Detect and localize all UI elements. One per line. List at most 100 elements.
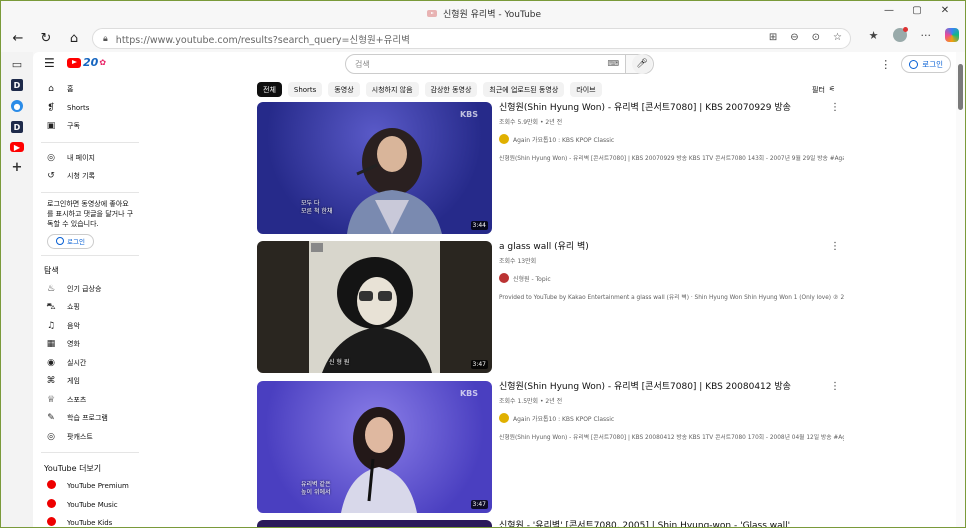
video-thumbnail[interactable] — [257, 520, 492, 527]
extensions-icon[interactable]: ⊙ — [812, 32, 820, 43]
video-info: a glass wall (유리 벽) 조회수 13만회 신형원 - Topic… — [499, 241, 844, 301]
divider — [41, 191, 139, 193]
filter-button[interactable]: 필터 ⚟ — [812, 85, 835, 95]
sidebar-item-kids[interactable]: YouTube Kids — [33, 514, 141, 527]
more-menu-icon[interactable]: ··· — [921, 29, 932, 42]
search-input[interactable]: 검색 ⌨ — [345, 54, 626, 74]
channel-row[interactable]: Again 가요톱10 : KBS KPOP Classic — [499, 413, 844, 423]
chip-shorts[interactable]: Shorts — [287, 82, 323, 97]
channel-avatar[interactable] — [499, 134, 509, 144]
sidebar-item-shorts[interactable]: ❡ Shorts — [33, 99, 141, 118]
sidebar-item-label: 학습 프로그램 — [67, 414, 108, 423]
video-result[interactable]: 신형원 - '유리벽' [콘서트7080, 2005] | Shin Hyung… — [257, 520, 847, 527]
youtube-music-icon — [45, 498, 57, 511]
video-menu-icon[interactable]: ⋮ — [830, 241, 840, 252]
pinned-d2-icon[interactable]: D — [11, 121, 23, 133]
sidebar-item-subscriptions[interactable]: ▣ 구독 — [33, 117, 141, 136]
podcast-icon: ◎ — [47, 431, 55, 442]
sidebar-item-music[interactable]: ♫ 음악 — [33, 317, 141, 336]
video-title[interactable]: 신형원(Shin Hyung Won) - 유리벽 [콘서트7080] | KB… — [499, 102, 844, 116]
sports-icon: ♕ — [46, 394, 56, 405]
favorite-star-icon[interactable]: ☆ — [833, 32, 842, 43]
video-thumbnail[interactable]: KBS 유리벽 같은 높이 위에서 3:47 — [257, 381, 492, 513]
tab-actions-icon[interactable]: ▭ — [11, 58, 23, 71]
sidebar-item-shopping[interactable]: ⛍ 쇼핑 — [33, 298, 141, 317]
copilot-icon[interactable] — [945, 28, 959, 42]
video-menu-icon[interactable]: ⋮ — [830, 381, 840, 392]
channel-row[interactable]: Again 가요톱10 : KBS KPOP Classic — [499, 134, 844, 144]
chip-live[interactable]: 라이브 — [570, 82, 602, 97]
sidebar-item-sports[interactable]: ♕ 스포츠 — [33, 391, 141, 410]
sidebar-item-you[interactable]: ◎ 내 페이지 — [33, 149, 141, 168]
home-browser-icon[interactable]: ⌂ — [63, 28, 85, 50]
sidebar-item-label: 인기 급상승 — [67, 284, 102, 293]
address-bar-icons: ⊞ ⊖ ⊙ ☆ — [769, 32, 842, 43]
confetti-icon: ✿ — [99, 58, 107, 67]
chip-all[interactable]: 전체 — [257, 82, 282, 97]
sidebar-item-home[interactable]: ⌂ 홈 — [33, 80, 141, 99]
keyboard-icon[interactable]: ⌨ — [607, 59, 619, 68]
sidebar-item-history[interactable]: ↺ 시청 기록 — [33, 167, 141, 186]
video-title[interactable]: 신형원 - '유리벽' [콘서트7080, 2005] | Shin Hyung… — [499, 520, 844, 527]
sidebar-item-live[interactable]: ◉ 실시간 — [33, 354, 141, 373]
youtube-logo[interactable]: 20 ✿ — [67, 56, 106, 69]
header-signin-button[interactable]: 로그인 — [901, 55, 951, 73]
sidebar-item-movies[interactable]: ▦ 영화 — [33, 335, 141, 354]
account-icon — [909, 59, 919, 69]
profile-avatar-icon[interactable] — [892, 27, 908, 42]
refresh-icon[interactable]: ↻ — [35, 28, 57, 50]
settings-kebab-icon[interactable]: ⋮ — [880, 58, 891, 71]
zoom-icon[interactable]: ⊖ — [790, 32, 798, 43]
pinned-youtube-icon[interactable]: ▶ — [10, 142, 24, 152]
video-result[interactable]: KBS 유리벽 같은 높이 위에서 3:47 신형원(Shin Hyung Wo… — [257, 381, 847, 514]
channel-avatar[interactable] — [499, 413, 509, 423]
sidebar-item-trending[interactable]: ♨ 인기 급상승 — [33, 280, 141, 299]
video-meta: 조회수 1.5만회 • 2년 전 — [499, 398, 563, 405]
video-result[interactable]: 신 형 원 3:47 a glass wall (유리 벽) 조회수 13만회 … — [257, 241, 847, 374]
chip-watched[interactable]: 감상한 동영상 — [424, 82, 478, 97]
chip-recently-uploaded[interactable]: 최근에 업로드된 동영상 — [483, 82, 565, 97]
video-title[interactable]: a glass wall (유리 벽) — [499, 241, 844, 255]
video-duration: 3:44 — [470, 221, 488, 230]
chip-videos[interactable]: 동영상 — [328, 82, 360, 97]
video-menu-icon[interactable]: ⋮ — [830, 102, 840, 113]
address-bar[interactable]: 🔒︎ https://www.youtube.com/results?searc… — [92, 28, 851, 49]
page-scrollbar[interactable] — [956, 52, 965, 527]
youtube-premium-icon — [45, 480, 57, 492]
maximize-icon[interactable]: ▢ — [903, 5, 931, 16]
video-thumbnail[interactable]: KBS 모두 다 모른 척 한채 3:44 — [257, 102, 492, 234]
sidebar-item-podcasts[interactable]: ◎ 팟캐스트 — [33, 428, 141, 447]
scrollbar-thumb[interactable] — [958, 64, 963, 110]
sidebar-item-music-app[interactable]: YouTube Music — [33, 496, 141, 515]
minimize-icon[interactable]: — — [875, 5, 903, 16]
history-icon: ↺ — [47, 171, 55, 182]
close-icon[interactable]: ✕ — [931, 5, 959, 16]
video-thumbnail[interactable]: 신 형 원 3:47 — [257, 241, 492, 373]
sidebar-item-gaming[interactable]: ⌘ 게임 — [33, 372, 141, 391]
lock-icon[interactable]: 🔒︎ — [103, 34, 108, 44]
sidebar-item-learning[interactable]: ✎ 학습 프로그램 — [33, 409, 141, 428]
sidebar-item-label: Shorts — [67, 103, 90, 112]
back-icon[interactable]: ← — [7, 28, 29, 50]
pinned-d-icon[interactable]: D — [11, 79, 23, 91]
channel-name[interactable]: 신형원 - Topic — [513, 274, 551, 283]
channel-avatar[interactable] — [499, 273, 509, 283]
channel-row[interactable]: 신형원 - Topic — [499, 273, 844, 283]
app-available-icon[interactable]: ⊞ — [769, 32, 777, 43]
video-duration: 3:47 — [470, 500, 488, 509]
sidebar-item-premium[interactable]: YouTube Premium — [33, 477, 141, 496]
pinned-circle-icon[interactable]: ● — [11, 100, 23, 112]
title-bar: 신형원 유리벽 - YouTube — ▢ ✕ — [1, 1, 965, 25]
video-title[interactable]: 신형원(Shin Hyung Won) - 유리벽 [콘서트7080] | KB… — [499, 381, 844, 395]
sidebar-signin-button[interactable]: 로그인 — [47, 233, 94, 249]
singer-illustration — [341, 407, 417, 513]
chip-unwatched[interactable]: 시청하지 않음 — [365, 82, 419, 97]
voice-search-button[interactable]: 🎤︎ — [632, 54, 652, 74]
url-text[interactable]: https://www.youtube.com/results?search_q… — [116, 32, 410, 46]
menu-icon[interactable]: ☰ — [44, 56, 55, 70]
video-result[interactable]: KBS 모두 다 모른 척 한채 3:44 신형원(Shin Hyung Won… — [257, 102, 847, 235]
channel-name[interactable]: Again 가요톱10 : KBS KPOP Classic — [513, 135, 614, 144]
channel-name[interactable]: Again 가요톱10 : KBS KPOP Classic — [513, 414, 614, 423]
add-pinned-icon[interactable]: + — [11, 160, 23, 175]
favorites-icon[interactable]: ★ — [869, 29, 879, 42]
